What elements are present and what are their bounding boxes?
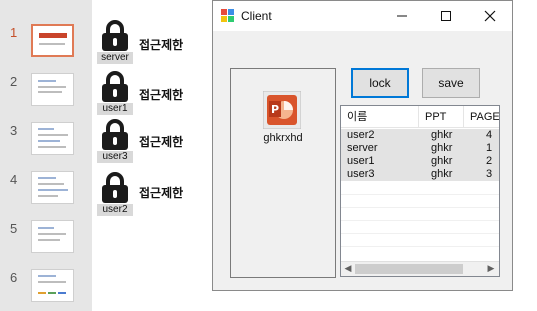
cell-page: 3 bbox=[486, 168, 493, 180]
scrollbar-thumb[interactable] bbox=[355, 264, 463, 274]
maximize-button[interactable] bbox=[424, 1, 468, 31]
horizontal-scrollbar[interactable]: ◀ ▶ bbox=[341, 261, 499, 276]
slide-number: 1 bbox=[10, 25, 18, 40]
access-restricted-label: 접근제한 bbox=[139, 135, 184, 149]
table-row[interactable]: server ghkr 1 bbox=[341, 142, 499, 155]
file-caption: ghkrxhd bbox=[263, 132, 303, 144]
cell-page: 4 bbox=[486, 129, 493, 141]
app-icon bbox=[221, 9, 234, 22]
maximize-icon bbox=[441, 11, 451, 21]
grid-line bbox=[341, 233, 499, 234]
cell-ppt: ghkr bbox=[431, 129, 453, 141]
lock-user-label: user3 bbox=[97, 151, 133, 163]
client-window: Client P ghkrxhd lock save 이름 PPT PAGE u… bbox=[212, 0, 513, 291]
grid-line bbox=[341, 207, 499, 208]
lock-item-user1: user1 bbox=[97, 71, 133, 115]
minimize-button[interactable] bbox=[380, 1, 424, 31]
table-row[interactable]: user1 ghkr 2 bbox=[341, 155, 499, 168]
cell-ppt: ghkr bbox=[431, 142, 453, 154]
slide-thumbnail-5[interactable] bbox=[31, 220, 74, 253]
lock-user-label: user2 bbox=[97, 204, 133, 216]
slide-number: 3 bbox=[10, 123, 18, 138]
scroll-right-icon[interactable]: ▶ bbox=[486, 264, 496, 274]
table-row[interactable]: user2 ghkr 4 bbox=[341, 129, 499, 142]
slide-thumbnail-6[interactable] bbox=[31, 269, 74, 302]
window-title: Client bbox=[241, 9, 272, 23]
grid-line bbox=[341, 246, 499, 247]
slide-number: 5 bbox=[10, 221, 18, 236]
slide-thumbnail-3[interactable] bbox=[31, 122, 74, 155]
cell-ppt: ghkr bbox=[431, 168, 453, 180]
svg-text:P: P bbox=[271, 103, 279, 116]
table-row[interactable]: user3 ghkr 3 bbox=[341, 168, 499, 181]
cell-page: 2 bbox=[486, 155, 493, 167]
access-restricted-label: 접근제한 bbox=[139, 38, 184, 52]
slide-number: 2 bbox=[10, 74, 18, 89]
slide-thumbnail-4[interactable] bbox=[31, 171, 74, 204]
slide-thumbnail-2[interactable] bbox=[31, 73, 74, 106]
lock-user-label: user1 bbox=[97, 103, 133, 115]
slide-thumbnail-pane: 1 2 3 4 5 6 bbox=[0, 0, 92, 311]
lock-icon bbox=[102, 119, 128, 150]
powerpoint-file-icon[interactable]: P bbox=[263, 91, 301, 129]
cell-name: user1 bbox=[347, 155, 375, 167]
slide-number: 4 bbox=[10, 172, 18, 187]
title-bar[interactable]: Client bbox=[213, 1, 512, 31]
grid-line bbox=[341, 220, 499, 221]
file-panel: P ghkrxhd bbox=[230, 68, 336, 278]
scroll-left-icon[interactable]: ◀ bbox=[343, 264, 353, 274]
grid-line bbox=[341, 194, 499, 195]
cell-name: user3 bbox=[347, 168, 375, 180]
cell-name: user2 bbox=[347, 129, 375, 141]
column-header-page[interactable]: PAGE bbox=[464, 106, 499, 128]
slide-number: 6 bbox=[10, 270, 18, 285]
user-list-view[interactable]: 이름 PPT PAGE user2 ghkr 4 server ghkr 1 u… bbox=[340, 105, 500, 277]
column-header-ppt[interactable]: PPT bbox=[419, 106, 464, 128]
lock-item-user3: user3 bbox=[97, 119, 133, 163]
cell-name: server bbox=[347, 142, 378, 154]
lock-icon bbox=[102, 20, 128, 51]
close-icon bbox=[484, 10, 496, 22]
lock-item-user2: user2 bbox=[97, 172, 133, 216]
save-button[interactable]: save bbox=[422, 68, 480, 98]
slide-thumbnail-1[interactable] bbox=[31, 24, 74, 57]
list-header: 이름 PPT PAGE bbox=[341, 106, 499, 128]
minimize-icon bbox=[397, 15, 407, 17]
lock-button[interactable]: lock bbox=[351, 68, 409, 98]
lock-item-server: server bbox=[97, 20, 133, 64]
close-button[interactable] bbox=[468, 1, 512, 31]
screenshot: 1 2 3 4 5 6 server 접근제한 user1 접근제한 user3… bbox=[0, 0, 537, 311]
lock-user-label: server bbox=[97, 52, 133, 64]
column-header-name[interactable]: 이름 bbox=[341, 106, 419, 128]
lock-icon bbox=[102, 172, 128, 203]
access-restricted-label: 접근제한 bbox=[139, 88, 184, 102]
cell-page: 1 bbox=[486, 142, 493, 154]
cell-ppt: ghkr bbox=[431, 155, 453, 167]
access-restricted-label: 접근제한 bbox=[139, 186, 184, 200]
lock-icon bbox=[102, 71, 128, 102]
